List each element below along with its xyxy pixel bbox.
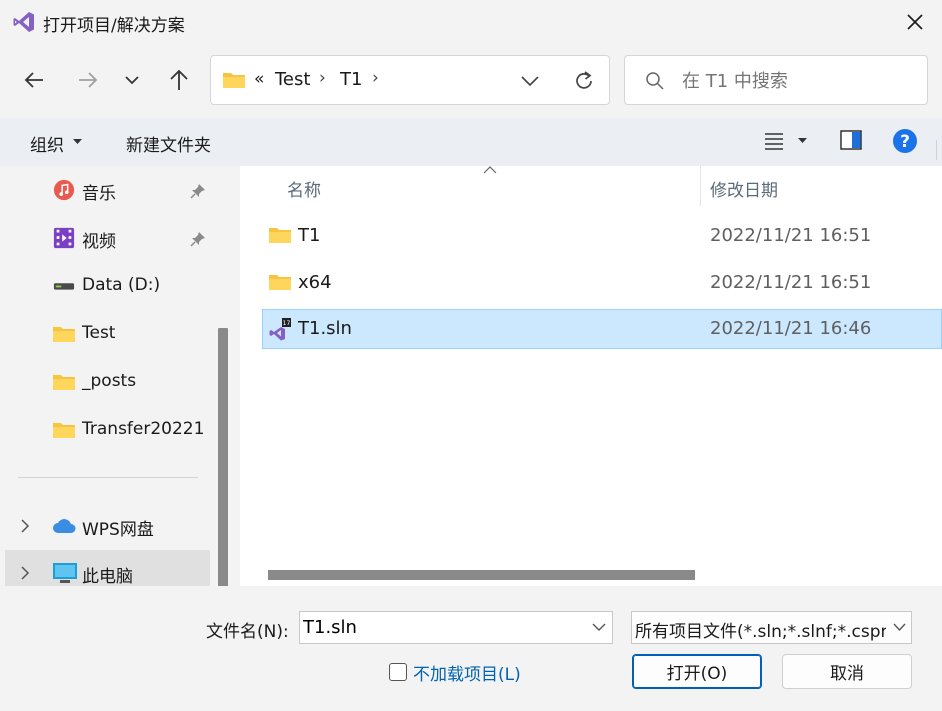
file-row-t1[interactable]: T1 2022/11/21 16:51 <box>262 216 942 256</box>
view-dropdown-icon[interactable] <box>798 138 807 144</box>
visual-studio-logo-icon <box>13 12 34 32</box>
filename-combobox[interactable] <box>299 611 613 644</box>
sidebar-item-data-drive[interactable]: Data (D:) <box>0 263 210 309</box>
sidebar-item-test[interactable]: Test <box>0 311 210 357</box>
folder-icon <box>53 423 75 438</box>
refresh-icon[interactable] <box>573 70 595 92</box>
folder-icon <box>53 327 75 342</box>
file-name: x64 <box>298 272 332 293</box>
back-button[interactable] <box>16 62 52 98</box>
sidebar-item-wps-cloud[interactable]: WPS网盘 <box>0 503 210 549</box>
no-load-projects-checkbox[interactable] <box>389 663 407 681</box>
open-button[interactable]: 打开(O) <box>632 654 762 689</box>
chevron-down-icon <box>125 76 139 85</box>
filename-input[interactable] <box>303 614 573 641</box>
close-icon <box>907 14 923 30</box>
solution-file-icon: 17 <box>269 318 291 341</box>
horizontal-scrollbar-thumb[interactable] <box>268 570 695 580</box>
address-bar[interactable] <box>210 55 610 105</box>
chevron-down-icon[interactable] <box>592 623 606 632</box>
cloud-icon <box>53 519 76 533</box>
file-name: T1 <box>298 225 321 246</box>
sidebar-item-label: Transfer20221 <box>82 419 205 439</box>
view-options-icon[interactable] <box>764 132 784 150</box>
sidebar-item-label: 音乐 <box>82 184 116 204</box>
pin-icon[interactable] <box>190 183 206 199</box>
breadcrumb-t1[interactable]: T1 <box>340 69 362 90</box>
breadcrumb-separator: › <box>319 68 326 88</box>
window-title: 打开项目/解决方案 <box>43 16 185 36</box>
file-type-filter-select[interactable]: 所有项目文件(*.sln;*.slnf;*.cspr <box>631 611 912 644</box>
file-date: 2022/11/21 16:51 <box>710 272 872 293</box>
sidebar-item-music[interactable]: 音乐 <box>0 167 210 213</box>
arrow-up-icon <box>170 69 188 90</box>
sidebar-item-label: 此电脑 <box>82 567 133 586</box>
dialog-footer <box>0 586 942 711</box>
toolbar-edge <box>936 140 942 160</box>
pin-icon[interactable] <box>190 231 206 247</box>
file-date: 2022/11/21 16:46 <box>710 318 872 339</box>
computer-icon <box>53 563 77 583</box>
cancel-button[interactable]: 取消 <box>782 654 912 689</box>
no-load-projects-label[interactable]: 不加载项目(L) <box>413 660 521 685</box>
sidebar-item-label: Data (D:) <box>82 275 161 295</box>
video-icon <box>53 227 75 249</box>
organize-dropdown-icon[interactable] <box>73 139 82 145</box>
sidebar-item-label: _posts <box>82 371 137 391</box>
filter-dropdown-area[interactable] <box>886 612 911 643</box>
sidebar-item-label: 视频 <box>82 232 116 252</box>
drive-icon <box>53 283 75 290</box>
file-type-filter-value: 所有项目文件(*.sln;*.slnf;*.cspr <box>635 622 888 642</box>
sidebar-scrollbar-thumb[interactable] <box>218 328 228 586</box>
navigation-pane: 音乐 视频 Data (D:) Test _posts Transfer2022… <box>0 166 236 586</box>
file-row-x64[interactable]: x64 2022/11/21 16:51 <box>262 263 942 303</box>
music-icon <box>53 179 75 201</box>
search-icon <box>646 72 664 90</box>
column-divider[interactable] <box>700 166 701 206</box>
svg-text:?: ? <box>900 132 910 152</box>
sidebar-item-label: Test <box>82 323 116 343</box>
breadcrumb-expand-chevron-icon[interactable]: › <box>372 68 379 88</box>
close-button[interactable] <box>898 6 932 38</box>
new-folder-button[interactable]: 新建文件夹 <box>126 131 211 156</box>
arrow-right-icon <box>79 72 98 88</box>
breadcrumb-test[interactable]: Test <box>275 69 310 90</box>
filename-label: 文件名(N): <box>206 622 289 642</box>
recent-locations-button[interactable] <box>114 62 150 98</box>
sidebar-item-video[interactable]: 视频 <box>0 215 210 261</box>
forward-button[interactable] <box>70 62 106 98</box>
folder-icon <box>223 73 245 88</box>
folder-icon <box>269 275 291 290</box>
arrow-left-icon <box>24 72 43 88</box>
svg-text:17: 17 <box>283 320 291 327</box>
sidebar-item-transfer[interactable]: Transfer20221 <box>0 407 210 453</box>
up-button[interactable] <box>161 62 197 98</box>
chevron-right-icon[interactable] <box>20 519 30 533</box>
preview-pane-icon[interactable] <box>840 130 862 150</box>
chevron-down-icon <box>893 623 906 632</box>
folder-icon <box>53 375 75 390</box>
address-dropdown-chevron-icon[interactable] <box>520 75 540 87</box>
sidebar-item-posts[interactable]: _posts <box>0 359 210 405</box>
help-icon[interactable]: ? <box>892 128 918 154</box>
sidebar-item-label: WPS网盘 <box>82 520 154 540</box>
folder-icon <box>269 228 291 243</box>
file-row-t1-sln[interactable]: 17 T1.sln 2022/11/21 16:46 <box>262 309 942 349</box>
breadcrumb-overflow[interactable]: « <box>254 69 264 89</box>
sidebar-item-this-pc[interactable]: 此电脑 <box>5 550 210 586</box>
file-date: 2022/11/21 16:51 <box>710 225 872 246</box>
title-bar: 打开项目/解决方案 <box>0 0 942 44</box>
chevron-right-icon[interactable] <box>20 566 30 580</box>
organize-menu[interactable]: 组织 <box>30 131 64 156</box>
column-header-date[interactable]: 修改日期 <box>710 176 778 201</box>
search-input[interactable] <box>680 62 920 100</box>
file-name: T1.sln <box>298 318 352 339</box>
sort-ascending-icon <box>483 166 497 174</box>
sidebar-divider <box>18 477 198 478</box>
column-header-name[interactable]: 名称 <box>287 176 321 201</box>
